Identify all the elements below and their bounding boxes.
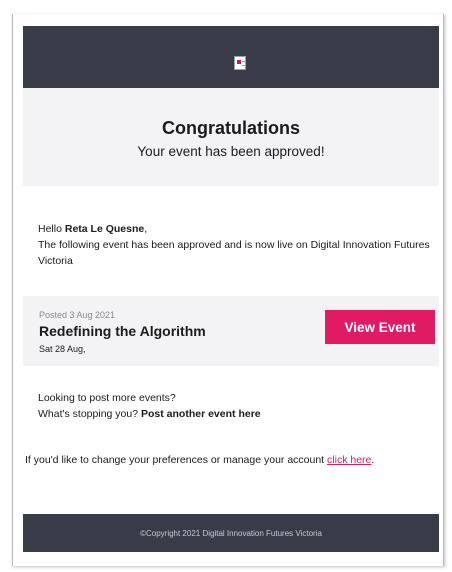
hero-subtitle: Your event has been approved!	[137, 144, 325, 159]
post-more-text: Looking to post more events? What's stop…	[38, 390, 261, 422]
event-title: Redefining the Algorithm	[39, 323, 206, 339]
event-date: Sat 28 Aug,	[39, 344, 86, 354]
email-header	[23, 26, 439, 88]
footer-copyright: ©Copyright 2021 Digital Innovation Futur…	[140, 528, 322, 538]
event-posted-date: Posted 3 Aug 2021	[39, 310, 116, 320]
manage-account-link[interactable]: click here	[327, 454, 371, 466]
greeting-text: Hello Reta Le Quesne, The following even…	[38, 223, 430, 267]
logo-icon	[234, 56, 246, 70]
preferences-text: If you'd like to change your preferences…	[25, 454, 375, 466]
post-more-question: Looking to post more events?	[38, 392, 176, 404]
post-another-event-link[interactable]: Post another event here	[141, 408, 261, 420]
hero-title: Congratulations	[162, 118, 300, 138]
approval-message: The following event has been approved an…	[38, 239, 430, 267]
email-card: Congratulations Your event has been appr…	[12, 14, 444, 566]
email-footer: ©Copyright 2021 Digital Innovation Futur…	[23, 514, 439, 552]
event-summary: Posted 3 Aug 2021 Redefining the Algorit…	[23, 296, 439, 366]
preferences-message: If you'd like to change your preferences…	[25, 454, 325, 466]
greeting-hello: Hello	[38, 223, 62, 235]
recipient-name: Reta Le Quesne	[64, 223, 145, 235]
view-event-button[interactable]: View Event	[325, 310, 435, 344]
post-more-prefix: What's stopping you?	[38, 408, 139, 420]
hero-section: Congratulations Your event has been appr…	[23, 88, 439, 186]
